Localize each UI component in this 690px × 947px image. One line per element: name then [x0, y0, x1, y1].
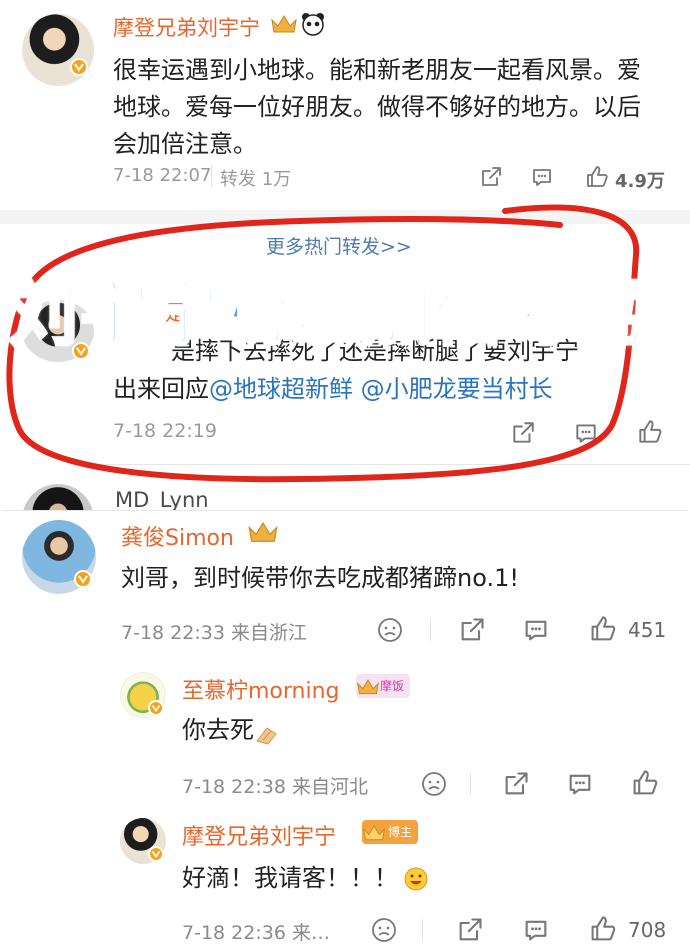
comment-icon[interactable]: [566, 770, 594, 798]
divider: [422, 919, 423, 941]
comment-icon[interactable]: [522, 916, 550, 944]
post-content: 很幸运遇到小地球。能和新老朋友一起看风景。爱 地球。爱每一位好朋友。做得不够好的…: [113, 52, 683, 163]
reply-author[interactable]: 摩登兄弟刘宇宁: [182, 819, 336, 851]
share-icon[interactable]: [458, 616, 486, 644]
share-icon[interactable]: [502, 770, 530, 798]
post-author[interactable]: 摩登兄弟刘宇宁: [113, 12, 260, 42]
share-icon[interactable]: [479, 165, 503, 189]
dislike-face-icon[interactable]: [376, 616, 404, 644]
crown-icon: [247, 518, 279, 548]
reply-like-count: 708: [628, 918, 667, 942]
share-icon[interactable]: [456, 916, 484, 944]
post-content-line: 会加倍注意。: [113, 130, 257, 158]
like-icon[interactable]: [588, 914, 618, 944]
post-content-line: 很幸运遇到小地球。能和新老朋友一起看风景。爱: [113, 56, 641, 84]
reply-meta: 7-18 22:36 来…: [182, 922, 330, 944]
post-time: 7-18 22:07: [113, 165, 212, 186]
comment-icon[interactable]: [530, 165, 554, 189]
post-repost-count[interactable]: 转发 1万: [220, 165, 291, 191]
avatar[interactable]: [22, 14, 94, 86]
comment-text: 刘哥，到时候带你去吃成都猪蹄no.1!: [121, 564, 519, 592]
fan-badge-label: 摩饭: [380, 679, 405, 693]
reply-author[interactable]: 至慕柠morning: [182, 673, 340, 705]
like-icon[interactable]: [630, 768, 660, 798]
fan-badge: 摩饭: [356, 674, 411, 698]
comment-like-count: 451: [628, 618, 667, 642]
divider: [430, 619, 431, 641]
comment-icon[interactable]: [522, 616, 550, 644]
author-badge-label: 博主: [388, 825, 413, 839]
verified-badge-icon: [148, 846, 164, 862]
panda-icon: [300, 12, 326, 36]
dislike-face-icon[interactable]: [420, 770, 448, 798]
divider: [470, 773, 471, 795]
crown-icon: [363, 825, 385, 841]
comment-meta: 7-18 22:33 来自浙江: [121, 622, 307, 644]
like-icon[interactable]: [584, 164, 610, 190]
post-content-line: 地球。爱每一位好朋友。做得不够好的地方。以后: [113, 93, 641, 121]
reply-text-content: 你去死: [182, 716, 254, 744]
comment-author[interactable]: 龚俊Simon: [121, 520, 234, 552]
verified-badge-icon: [148, 700, 164, 716]
crown-icon: [270, 12, 298, 38]
clap-emoji-icon: [254, 720, 280, 745]
reply-text: 你去死: [182, 712, 280, 749]
overlay-caption: 刘宇宁粉丝加倍辱骂: [7, 272, 648, 357]
divider: [211, 165, 212, 187]
reply-text: 好滴！我请客！！！: [182, 860, 430, 897]
happy-emoji-icon: [402, 866, 430, 892]
reply-meta: 7-18 22:38 来自河北: [182, 776, 368, 798]
crown-icon: [357, 679, 379, 695]
like-icon[interactable]: [588, 614, 618, 644]
author-badge: 博主: [362, 820, 419, 844]
dislike-face-icon[interactable]: [370, 916, 398, 944]
post-like-count: 4.9万: [615, 171, 665, 192]
verified-badge-icon: [70, 58, 88, 76]
verified-badge-icon: [74, 570, 92, 588]
reply-text-content: 好滴！我请客！！！: [182, 864, 398, 892]
